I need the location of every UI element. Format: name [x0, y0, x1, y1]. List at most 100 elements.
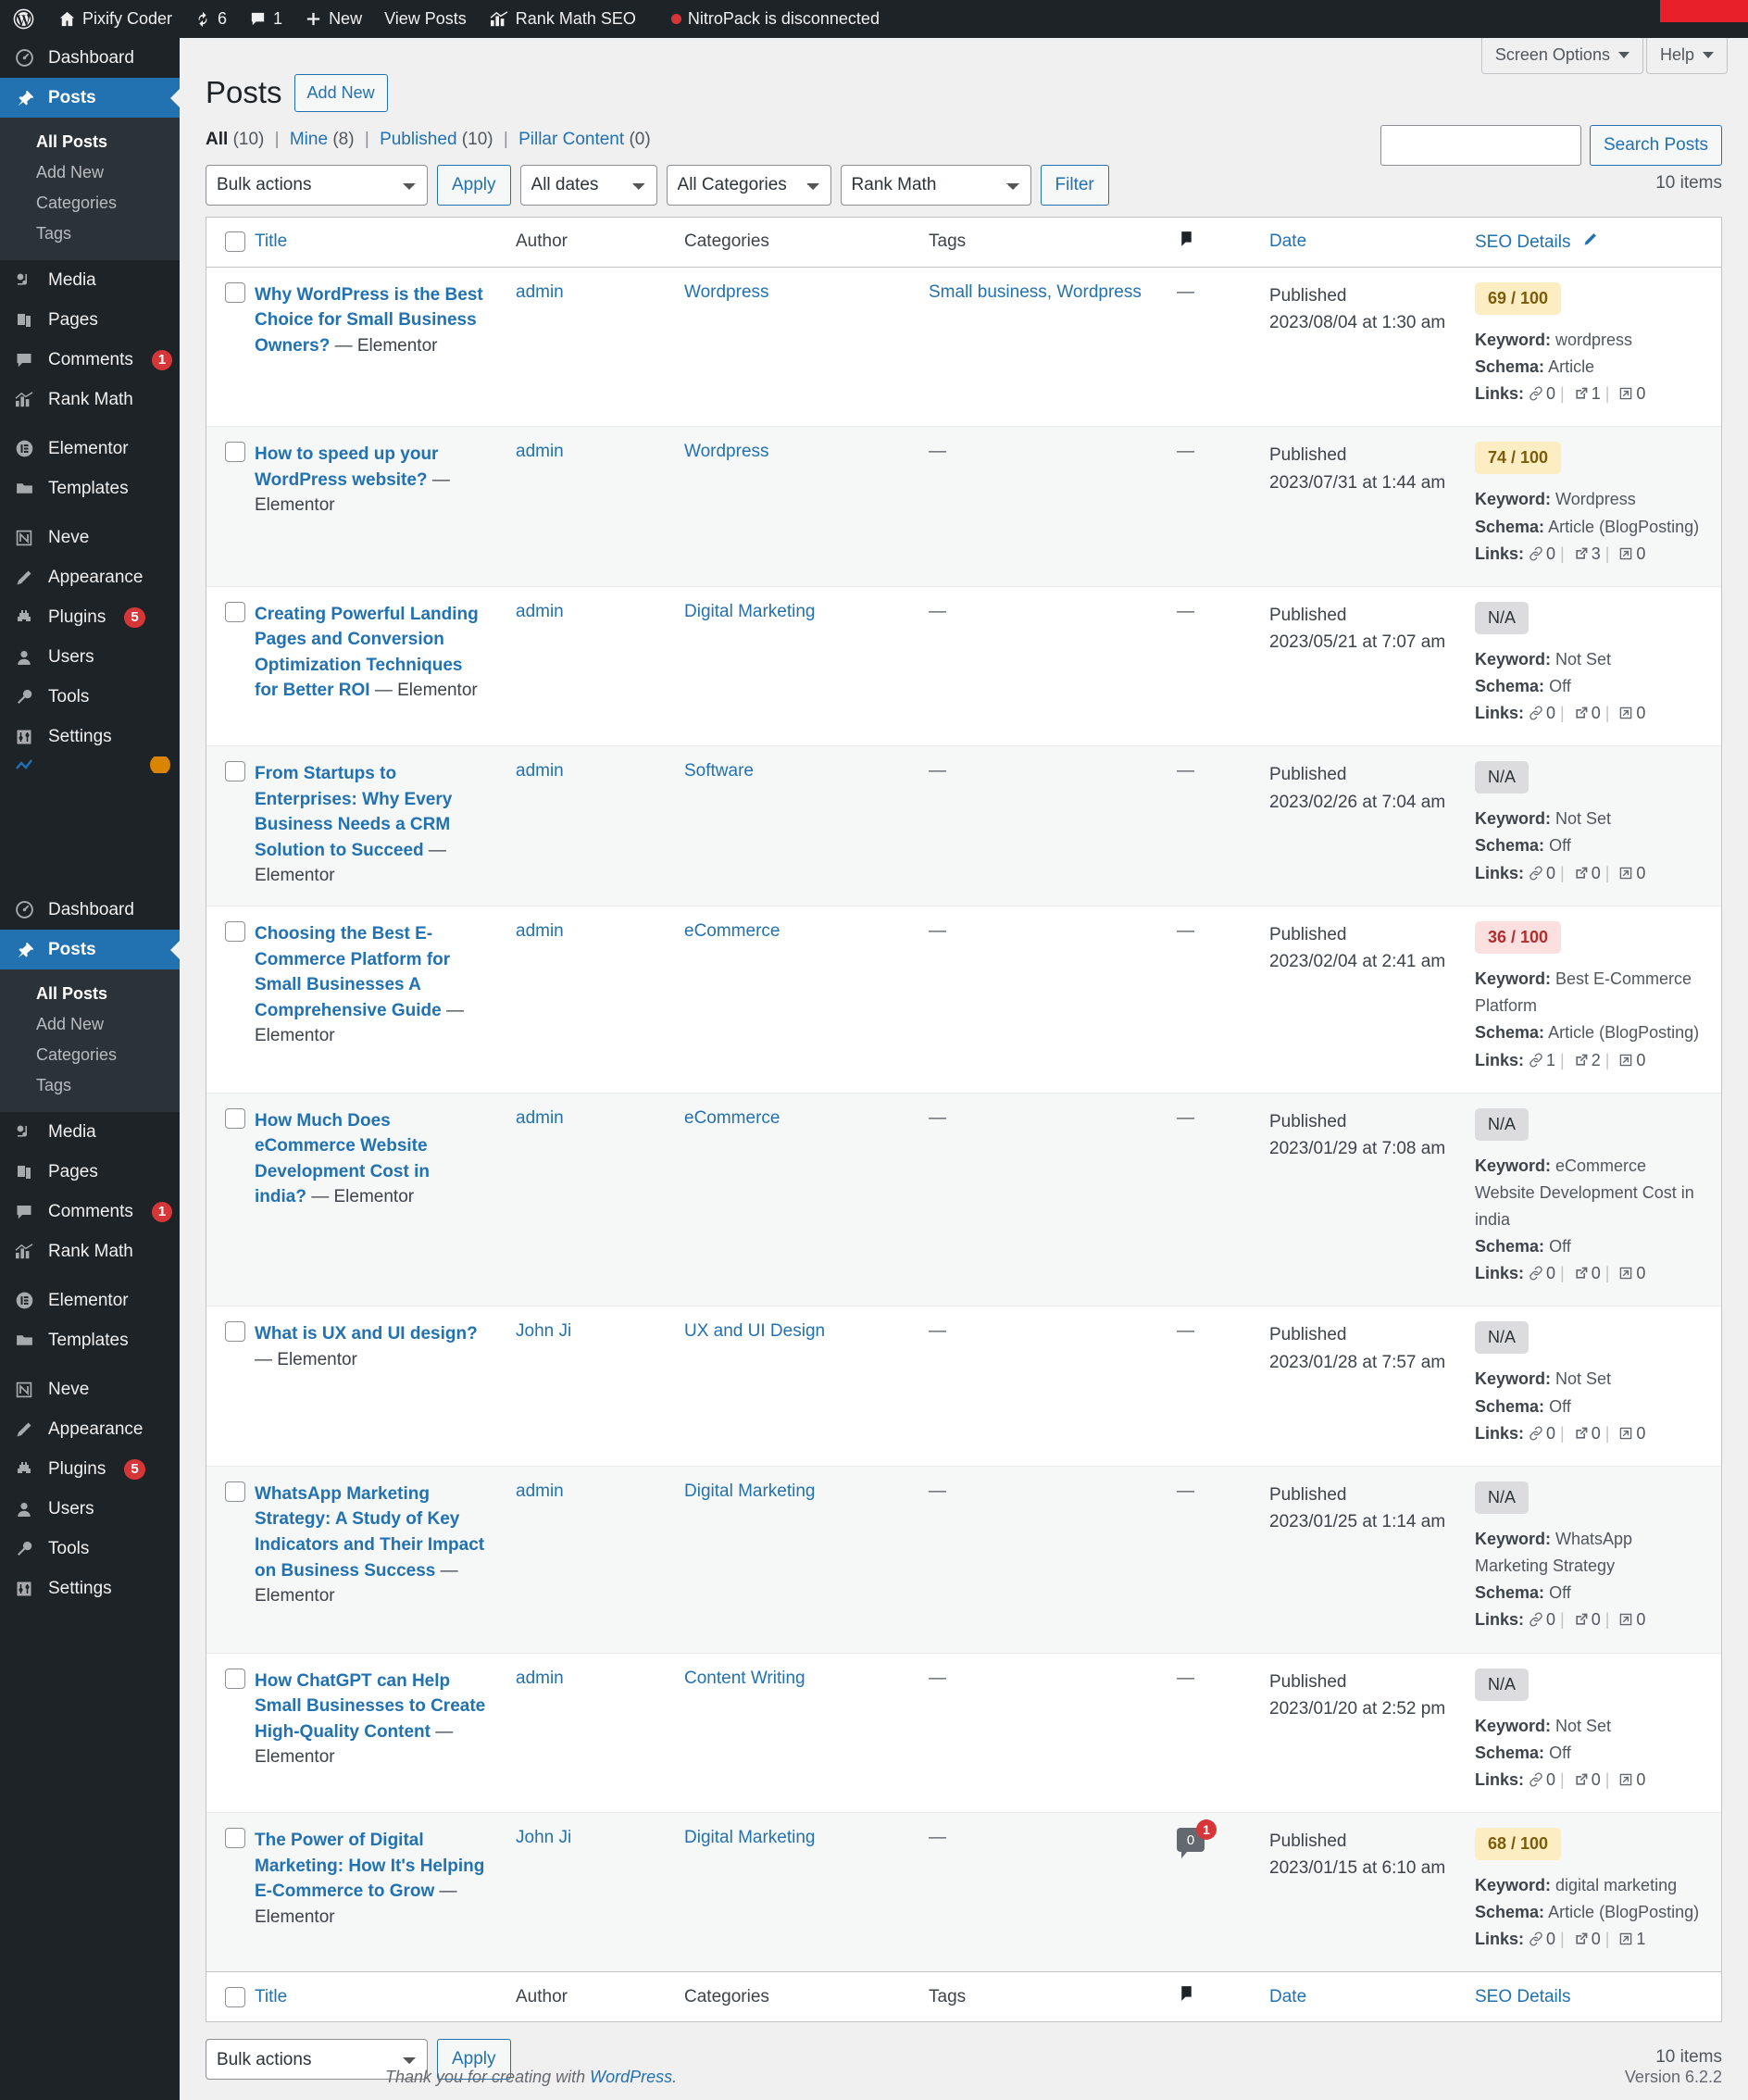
search-input[interactable]: [1380, 125, 1581, 166]
category-filter-select[interactable]: All Categories: [666, 164, 831, 206]
bulk-actions-select[interactable]: Bulk actions: [206, 164, 428, 206]
sidebar-item-pages-2[interactable]: Pages: [0, 1152, 180, 1192]
sidebar-item-users[interactable]: Users: [0, 637, 180, 677]
sidebar-item-neve-2[interactable]: Neve: [0, 1369, 180, 1409]
row-checkbox[interactable]: [225, 1481, 245, 1502]
row-checkbox[interactable]: [225, 442, 245, 463]
post-category-link[interactable]: Digital Marketing: [684, 1481, 816, 1501]
post-category-link[interactable]: Digital Marketing: [684, 602, 816, 621]
post-author-link[interactable]: admin: [516, 921, 564, 941]
updates-menu[interactable]: 6: [183, 0, 238, 38]
screen-options-button[interactable]: Screen Options: [1480, 38, 1643, 74]
help-button[interactable]: Help: [1645, 38, 1728, 74]
apply-bulk-action-button-top[interactable]: Apply: [437, 164, 511, 206]
sidebar-item-rank-math-2[interactable]: Rank Math: [0, 1231, 180, 1271]
add-new-post-button[interactable]: Add New: [293, 74, 388, 112]
post-category-link[interactable]: UX and UI Design: [684, 1321, 825, 1341]
post-author-link[interactable]: admin: [516, 761, 564, 781]
column-header-date[interactable]: Date: [1269, 217, 1475, 268]
post-title-link[interactable]: How to speed up your WordPress website? …: [255, 444, 450, 515]
post-category-link[interactable]: eCommerce: [684, 1108, 780, 1128]
search-posts-button[interactable]: Search Posts: [1590, 125, 1722, 166]
sidebar-item-plugins-2[interactable]: Plugins 5: [0, 1449, 180, 1489]
post-category-link[interactable]: Digital Marketing: [684, 1828, 816, 1847]
nitropack-menu[interactable]: NitroPack is disconnected: [647, 0, 891, 38]
sidebar-item-users-2[interactable]: Users: [0, 1489, 180, 1529]
site-name-menu[interactable]: Pixify Coder: [47, 0, 183, 38]
sidebar-item-comments-2[interactable]: Comments 1: [0, 1192, 180, 1231]
post-author-link[interactable]: admin: [516, 442, 564, 461]
date-filter-select[interactable]: All dates: [519, 164, 657, 206]
select-all-checkbox-footer[interactable]: [225, 1986, 245, 2007]
post-category-link[interactable]: eCommerce: [684, 921, 780, 941]
post-title-link[interactable]: From Startups to Enterprises: Why Every …: [255, 764, 452, 885]
select-all-checkbox[interactable]: [225, 231, 245, 253]
sidebar-item-appearance-2[interactable]: Appearance: [0, 1409, 180, 1449]
post-title-link[interactable]: Creating Powerful Landing Pages and Conv…: [255, 605, 479, 701]
sidebar-item-add-new-post[interactable]: Add New: [0, 157, 180, 188]
wp-logo-menu[interactable]: [0, 0, 47, 38]
sidebar-item-tools-2[interactable]: Tools: [0, 1529, 180, 1569]
sidebar-item-elementor[interactable]: Elementor: [0, 429, 180, 469]
sidebar-item-elementor-2[interactable]: Elementor: [0, 1281, 180, 1320]
sidebar-item-media[interactable]: Media: [0, 260, 180, 300]
post-author-link[interactable]: admin: [516, 1669, 564, 1688]
sidebar-item-templates[interactable]: Templates: [0, 469, 180, 508]
sidebar-item-categories-2[interactable]: Categories: [0, 1040, 180, 1070]
post-category-link[interactable]: Wordpress: [684, 282, 769, 302]
view-posts-link[interactable]: View Posts: [373, 0, 478, 38]
sidebar-item-settings[interactable]: Settings: [0, 717, 180, 756]
edit-pencil-icon[interactable]: [1582, 232, 1598, 252]
comments-menu[interactable]: 1: [238, 0, 293, 38]
post-category-link[interactable]: Wordpress: [684, 442, 769, 461]
comment-count-bubble[interactable]: 01: [1177, 1819, 1217, 1858]
filter-button[interactable]: Filter: [1040, 164, 1109, 206]
sidebar-item-pages[interactable]: Pages: [0, 300, 180, 340]
column-footer-comments[interactable]: [1177, 1971, 1269, 2022]
new-content-menu[interactable]: New: [293, 0, 373, 38]
post-title-link[interactable]: Choosing the Best E-Commerce Platform fo…: [255, 924, 464, 1045]
post-author-link[interactable]: admin: [516, 1108, 564, 1128]
sidebar-item-settings-2[interactable]: Settings: [0, 1569, 180, 1608]
column-footer-date[interactable]: Date: [1269, 1971, 1475, 2022]
post-title-link[interactable]: What is UX and UI design? — Elementor: [255, 1324, 478, 1369]
sidebar-item-dashboard[interactable]: Dashboard: [0, 38, 180, 78]
column-footer-title[interactable]: Title: [255, 1971, 516, 2022]
rank-math-filter-select[interactable]: Rank Math: [840, 164, 1031, 206]
sidebar-item-neve[interactable]: Neve: [0, 518, 180, 557]
post-title-link[interactable]: How Much Does eCommerce Website Developm…: [255, 1111, 430, 1207]
post-author-link[interactable]: admin: [516, 282, 564, 302]
column-header-seo-details[interactable]: SEO Details: [1475, 217, 1721, 268]
sidebar-item-posts[interactable]: Posts: [0, 78, 180, 118]
row-checkbox[interactable]: [225, 1321, 245, 1343]
post-title-link[interactable]: WhatsApp Marketing Strategy: A Study of …: [255, 1484, 484, 1606]
filter-link-pillar-content[interactable]: Pillar Content: [518, 130, 624, 149]
sidebar-item-tags-2[interactable]: Tags: [0, 1070, 180, 1101]
sidebar-item-dashboard-2[interactable]: Dashboard: [0, 890, 180, 930]
post-category-link[interactable]: Software: [684, 761, 754, 781]
sidebar-item-appearance[interactable]: Appearance: [0, 557, 180, 597]
sidebar-item-media-2[interactable]: Media: [0, 1112, 180, 1152]
post-author-link[interactable]: admin: [516, 602, 564, 621]
sidebar-item-rank-math[interactable]: Rank Math: [0, 380, 180, 419]
post-author-link[interactable]: John Ji: [516, 1321, 571, 1341]
filter-link-published[interactable]: Published: [380, 130, 456, 149]
sidebar-item-all-posts[interactable]: All Posts: [0, 127, 180, 157]
post-category-link[interactable]: Content Writing: [684, 1669, 805, 1688]
row-checkbox[interactable]: [225, 1828, 245, 1848]
row-checkbox[interactable]: [225, 761, 245, 782]
post-author-link[interactable]: admin: [516, 1481, 564, 1501]
sidebar-item-posts-2[interactable]: Posts: [0, 930, 180, 969]
sidebar-item-add-new-post-2[interactable]: Add New: [0, 1009, 180, 1040]
filter-link-all[interactable]: All: [206, 130, 228, 149]
sidebar-item-tags[interactable]: Tags: [0, 219, 180, 249]
sidebar-item-partially-visible[interactable]: [0, 756, 180, 773]
column-header-comments[interactable]: [1177, 217, 1269, 268]
sidebar-item-comments[interactable]: Comments 1: [0, 340, 180, 380]
sidebar-item-templates-2[interactable]: Templates: [0, 1320, 180, 1360]
row-checkbox[interactable]: [225, 1107, 245, 1129]
row-checkbox[interactable]: [225, 921, 245, 943]
column-header-title[interactable]: Title: [255, 217, 516, 268]
post-author-link[interactable]: John Ji: [516, 1828, 571, 1847]
post-tags[interactable]: Small business, Wordpress: [929, 282, 1142, 302]
